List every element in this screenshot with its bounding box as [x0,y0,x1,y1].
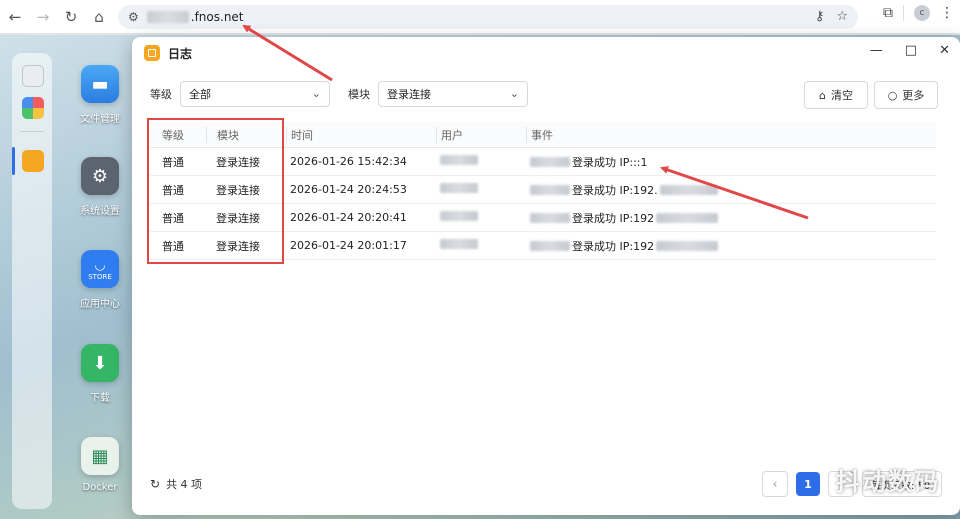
app-label: 下载 [90,393,110,404]
monitor-icon[interactable] [22,65,44,87]
level-filter-label: 等级 [150,88,172,101]
dock [12,53,52,509]
app-launcher-icon[interactable] [22,97,44,119]
app-download[interactable]: ⬇ 下载 [74,344,126,404]
cell-user [436,211,526,224]
home-icon[interactable]: ⌂ [86,4,112,30]
window-title: 日志 [168,46,193,61]
total-count-text: 共 4 项 [166,478,203,491]
cell-event: 登录成功 IP:192 [526,238,936,254]
chevron-down-icon: ⌄ [509,87,519,100]
cell-time: 2026-01-24 20:20:41 [290,211,407,224]
cell-event: 登录成功 IP:192. [526,182,936,198]
site-info-icon[interactable]: ⚙ [128,10,139,24]
log-app-icon [144,45,160,61]
col-header-user[interactable]: 用户 [436,126,526,143]
prev-page-button[interactable]: ‹ [762,471,788,497]
cell-time: 2026-01-24 20:24:53 [290,183,407,196]
app-label: 文件管理 [80,114,120,125]
cell-time: 2026-01-26 15:42:34 [290,155,407,168]
event-redacted [530,184,570,195]
page-number-current[interactable]: 1 [796,472,820,496]
event-redacted [530,156,570,167]
download-icon: ⬇ [81,344,119,382]
refresh-icon[interactable]: ↻ [150,477,160,491]
user-redacted [440,211,478,221]
bookmark-star-icon[interactable]: ☆ [836,9,848,24]
toolbar-divider [903,5,904,21]
watermark: 抖动数码 [836,468,940,496]
cell-user [436,183,526,196]
app-docker[interactable]: ▦ Docker [74,437,126,493]
app-label: Docker [82,482,118,493]
module-select-value: 登录连接 [387,88,431,101]
app-file-manager[interactable]: ▬ 文件管理 [74,65,126,125]
module-select[interactable]: 登录连接 ⌄ [378,81,528,107]
clear-button-label: 清空 [830,89,853,102]
more-button[interactable]: ○ 更多 [874,81,938,109]
app-store[interactable]: ◡ STORE 应用中心 [74,250,126,310]
event-text: 登录成功 IP:::1 [572,155,648,169]
log-app-icon[interactable] [22,150,44,172]
cell-event: 登录成功 IP:::1 [526,154,936,170]
app-system-settings[interactable]: ⚙ 系统设置 [74,157,126,217]
cell-event: 登录成功 IP:192 [526,210,936,226]
store-icon: ◡ STORE [81,250,119,288]
user-redacted [440,183,478,193]
dock-divider [20,131,44,132]
log-window: 日志 — □ ✕ 等级 全部 ⌄ 模块 登录连接 ⌄ ⌂ 清空 ○ 更多 等级 … [132,37,960,515]
address-bar[interactable]: ⚙ .fnos.net ⚷ ☆ [118,5,858,29]
cell-user [436,239,526,252]
more-circle-icon: ○ [887,88,898,102]
url-redacted [146,11,189,23]
user-redacted [440,155,478,165]
chevron-down-icon: ⌄ [311,87,321,100]
window-titlebar[interactable]: 日志 — □ ✕ [132,37,960,69]
level-select[interactable]: 全部 ⌄ [180,81,330,107]
forward-icon[interactable]: → [30,4,56,30]
event-redacted [530,240,570,251]
folder-icon: ▬ [81,65,119,103]
back-icon[interactable]: ← [2,4,28,30]
broom-icon: ⌂ [819,88,826,102]
event-text: 登录成功 IP:192. [572,183,658,197]
docker-icon: ▦ [81,437,119,475]
minimize-icon[interactable]: — [870,43,883,58]
event-text: 登录成功 IP:192 [572,211,655,225]
reload-icon[interactable]: ↻ [58,4,84,30]
col-header-event[interactable]: 事件 [526,126,936,143]
gear-icon: ⚙ [81,157,119,195]
filter-row: 等级 全部 ⌄ 模块 登录连接 ⌄ [150,81,528,107]
event-text: 登录成功 IP:192 [572,239,655,253]
browser-menu-icon[interactable]: ⋮ [940,5,954,21]
module-filter-label: 模块 [348,88,370,101]
close-icon[interactable]: ✕ [939,43,950,58]
cell-time: 2026-01-24 20:01:17 [290,239,407,252]
clear-button[interactable]: ⌂ 清空 [804,81,868,109]
table-footer: ↻ 共 4 项 ‹ 1 › 每页条数: 50 [150,471,942,497]
url-text: .fnos.net [190,10,244,24]
store-badge-text: STORE [88,272,112,281]
user-redacted [440,239,478,249]
browser-toolbar: ← → ↻ ⌂ ⚙ .fnos.net ⚷ ☆ ⧉ c ⋮ [0,0,960,34]
level-select-value: 全部 [189,88,211,101]
app-label: 系统设置 [80,206,120,217]
total-count: ↻ 共 4 项 [150,476,202,492]
event-redacted [530,212,570,223]
cell-user [436,155,526,168]
col-header-time[interactable]: 时间 [286,126,436,143]
active-indicator [12,147,15,175]
password-key-icon[interactable]: ⚷ [815,9,825,24]
profile-avatar[interactable]: c [914,5,930,21]
app-label: 应用中心 [80,299,120,310]
maximize-icon[interactable]: □ [905,43,917,58]
ip-redacted [656,212,719,223]
extensions-icon[interactable]: ⧉ [883,5,893,21]
more-button-label: 更多 [902,89,925,102]
ip-redacted [656,240,719,251]
ip-redacted [659,184,718,195]
annotation-box [147,118,284,264]
